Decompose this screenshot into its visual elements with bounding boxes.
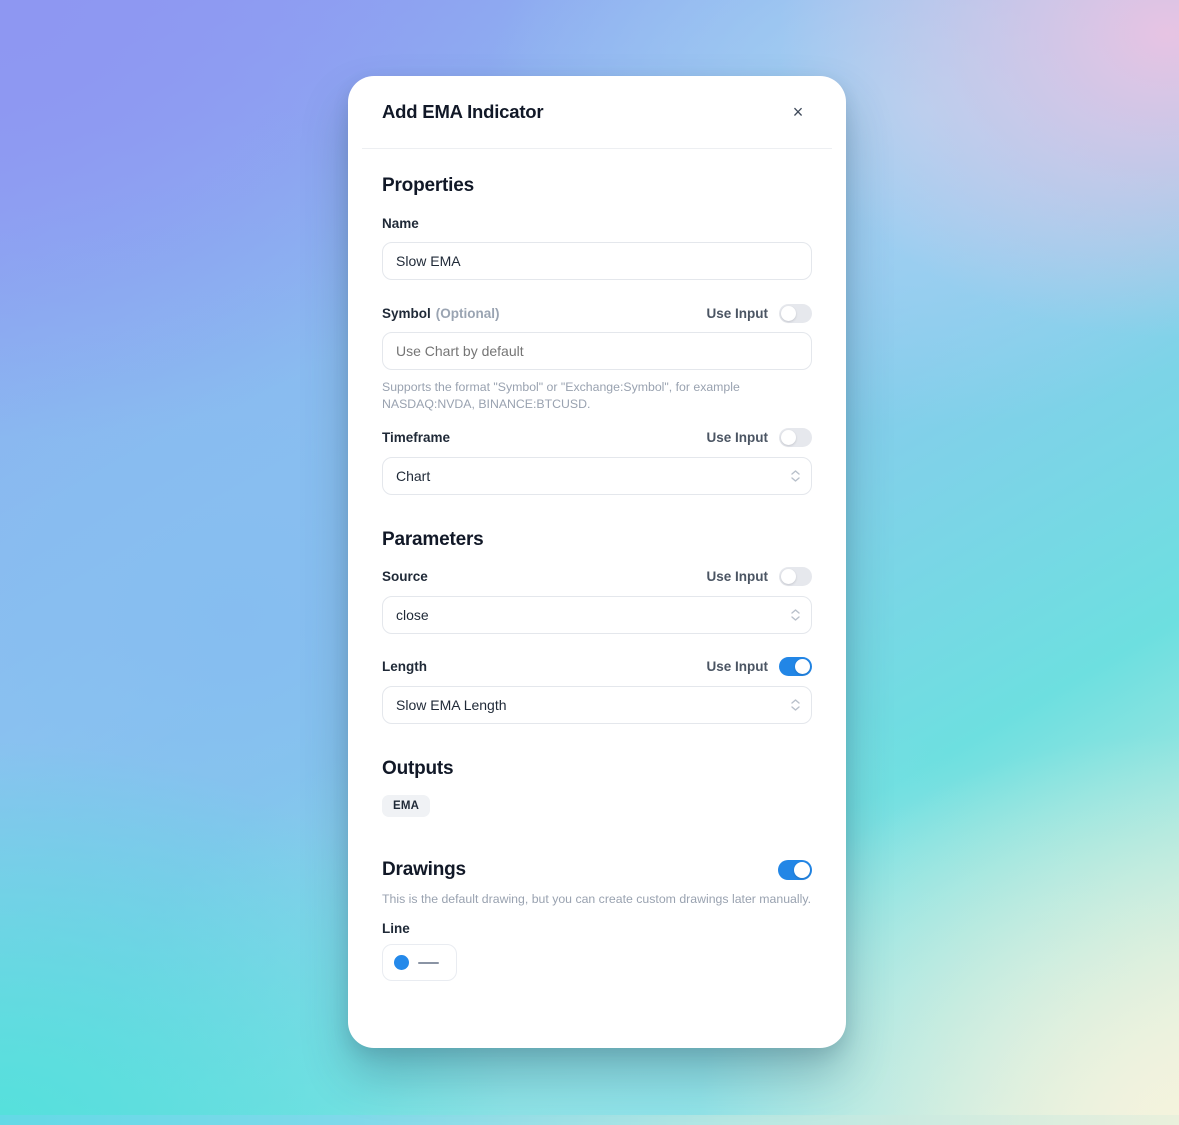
- label-name: Name: [382, 215, 419, 231]
- length-select[interactable]: Slow EMA Length: [382, 685, 812, 724]
- label-symbol: Symbol (Optional): [382, 306, 500, 321]
- length-select-value: Slow EMA Length: [396, 696, 507, 713]
- label-length: Length: [382, 659, 427, 675]
- use-input-label-source: Use Input: [706, 569, 768, 585]
- section-title-properties: Properties: [382, 175, 474, 196]
- label-source: Source: [382, 569, 428, 585]
- dialog-title: Add EMA Indicator: [382, 101, 544, 122]
- chevron-updown-icon: [791, 699, 800, 711]
- section-title-parameters: Parameters: [382, 528, 484, 550]
- use-input-label-timeframe: Use Input: [706, 430, 768, 446]
- use-input-length-group: Use Input: [706, 657, 812, 677]
- background-bottom-bar: [0, 1115, 1179, 1125]
- add-indicator-dialog: Add EMA Indicator × Properties Name Symb…: [348, 76, 846, 1048]
- field-row-timeframe: Timeframe Use Input: [382, 427, 812, 449]
- name-input[interactable]: [382, 242, 812, 280]
- outputs-badge-row: EMA: [382, 794, 812, 817]
- use-input-toggle-symbol[interactable]: [779, 303, 812, 323]
- label-symbol-optional: (Optional): [435, 305, 500, 321]
- line-style-button[interactable]: [382, 944, 457, 982]
- source-select-value: close: [396, 606, 429, 623]
- source-select[interactable]: close: [382, 595, 812, 634]
- toggle-knob: [794, 861, 810, 878]
- use-input-toggle-length[interactable]: [779, 657, 812, 677]
- section-title-drawings: Drawings: [382, 858, 466, 880]
- close-icon[interactable]: ×: [784, 98, 812, 126]
- symbol-help-text: Supports the format "Symbol" or "Exchang…: [382, 380, 740, 412]
- timeframe-select[interactable]: Chart: [382, 456, 812, 495]
- use-input-symbol-group: Use Input: [706, 303, 812, 323]
- use-input-timeframe-group: Use Input: [706, 428, 812, 448]
- line-color-swatch[interactable]: [394, 955, 409, 971]
- dialog-body: Properties Name Symbol(Optional) Use Inp…: [348, 149, 846, 982]
- field-row-source: Source Use Input: [382, 566, 812, 588]
- symbol-input[interactable]: [382, 332, 812, 370]
- use-input-label-symbol: Use Input: [706, 305, 768, 321]
- use-input-source-group: Use Input: [706, 567, 812, 587]
- chevron-updown-icon: [791, 470, 800, 482]
- output-badge-ema: EMA: [382, 794, 431, 817]
- section-title-outputs: Outputs: [382, 757, 454, 779]
- line-style-preview: [418, 961, 439, 964]
- label-symbol-text: Symbol: [382, 305, 431, 321]
- label-line: Line: [382, 921, 410, 937]
- use-input-toggle-timeframe[interactable]: [779, 428, 812, 448]
- timeframe-select-value: Chart: [396, 467, 431, 484]
- field-row-name: Name: [382, 212, 812, 234]
- drawings-help-text: This is the default drawing, but you can…: [382, 891, 812, 906]
- toggle-knob: [781, 305, 796, 321]
- drawings-toggle[interactable]: [778, 859, 812, 880]
- label-timeframe: Timeframe: [382, 430, 451, 446]
- drawings-header: Drawings: [382, 859, 812, 881]
- toggle-knob: [781, 430, 796, 446]
- toggle-knob: [795, 659, 810, 675]
- use-input-toggle-source[interactable]: [779, 567, 812, 587]
- field-row-length: Length Use Input: [382, 656, 812, 678]
- use-input-label-length: Use Input: [706, 659, 768, 675]
- chevron-updown-icon: [791, 609, 800, 621]
- dialog-header: Add EMA Indicator ×: [348, 76, 846, 148]
- field-row-symbol: Symbol (Optional) Use Input: [382, 302, 812, 324]
- toggle-knob: [781, 569, 796, 585]
